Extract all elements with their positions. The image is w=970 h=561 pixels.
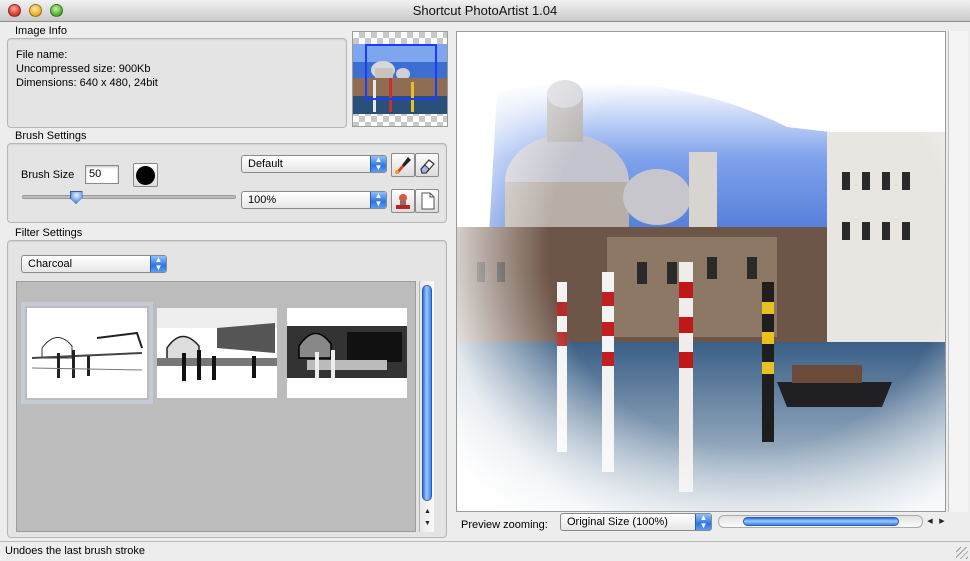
brush-size-slider[interactable] [22, 195, 236, 199]
venice-painting-image [457, 32, 945, 511]
brush-color-button[interactable] [133, 163, 158, 187]
filter-list-scroll-thumb[interactable] [422, 285, 432, 501]
chevron-updown-icon: ▲ ▼ [695, 514, 711, 530]
brush-tool-button[interactable] [391, 153, 415, 177]
filter-settings-heading: Filter Settings [15, 227, 83, 239]
opacity-value: 100% [248, 194, 277, 206]
navigator-view-frame[interactable] [365, 44, 437, 100]
navigator-thumbnail[interactable] [352, 31, 448, 127]
preview-zoom-label: Preview zooming: [461, 519, 548, 531]
window-title: Shortcut PhotoArtist 1.04 [412, 3, 558, 18]
scroll-down-arrow-icon[interactable]: ▼ [420, 520, 435, 527]
brush-size-label: Brush Size [21, 169, 75, 181]
resize-grip-icon[interactable] [956, 547, 968, 559]
image-info-heading: Image Info [15, 25, 67, 37]
filter-select[interactable]: Charcoal ▲ ▼ [21, 255, 167, 273]
brush-preset-select[interactable]: Default ▲ ▼ [241, 155, 387, 173]
scroll-right-arrow-icon[interactable]: ▶ [936, 517, 948, 525]
status-text: Undoes the last brush stroke [5, 545, 146, 557]
stamp-tool-button[interactable] [391, 189, 415, 213]
scroll-up-arrow-icon[interactable]: ▲ [420, 508, 435, 515]
eraser-tool-button[interactable] [415, 153, 439, 177]
preview-zoom-value: Original Size (100%) [567, 516, 668, 528]
brush-settings-heading: Brush Settings [15, 130, 87, 142]
filter-value: Charcoal [28, 258, 73, 270]
scroll-left-arrow-icon[interactable]: ◀ [924, 517, 936, 525]
filter-preview-list[interactable] [16, 281, 416, 532]
preview-zoom-select[interactable]: Original Size (100%) ▲ ▼ [560, 513, 712, 531]
preview-horizontal-scrollbar[interactable] [718, 515, 923, 528]
image-preview-canvas[interactable] [456, 31, 946, 512]
chevron-updown-icon: ▲ ▼ [150, 256, 166, 272]
brush-size-field[interactable]: 50 [85, 165, 119, 184]
uncompressed-size-text: Uncompressed size: 900Kb [16, 63, 151, 75]
stamp-icon [396, 194, 410, 209]
brush-icon [395, 157, 411, 174]
status-bar: Undoes the last brush stroke [0, 541, 970, 561]
app-window: Shortcut PhotoArtist 1.04 Image Info Fil… [0, 0, 970, 561]
brush-preset-value: Default [248, 158, 283, 170]
file-name-text: File name: [16, 49, 68, 61]
filter-thumbnail-medium[interactable] [157, 308, 277, 398]
chevron-updown-icon: ▲ ▼ [370, 156, 386, 172]
preview-horizontal-scroll-thumb[interactable] [743, 517, 899, 526]
brush-color-swatch [136, 166, 155, 185]
title-bar[interactable]: Shortcut PhotoArtist 1.04 [0, 0, 970, 22]
filter-list-scrollbar[interactable]: ▲ ▼ [419, 281, 434, 532]
filter-thumbnail-light[interactable] [21, 302, 153, 404]
preview-vertical-scrollbar[interactable] [948, 31, 968, 512]
chevron-updown-icon: ▲ ▼ [370, 192, 386, 208]
new-document-button[interactable] [415, 189, 439, 213]
opacity-select[interactable]: 100% ▲ ▼ [241, 191, 387, 209]
eraser-icon [420, 159, 435, 174]
new-document-icon [421, 192, 435, 210]
filter-thumbnail-dark[interactable] [287, 308, 407, 398]
dimensions-text: Dimensions: 640 x 480, 24bit [16, 77, 158, 89]
